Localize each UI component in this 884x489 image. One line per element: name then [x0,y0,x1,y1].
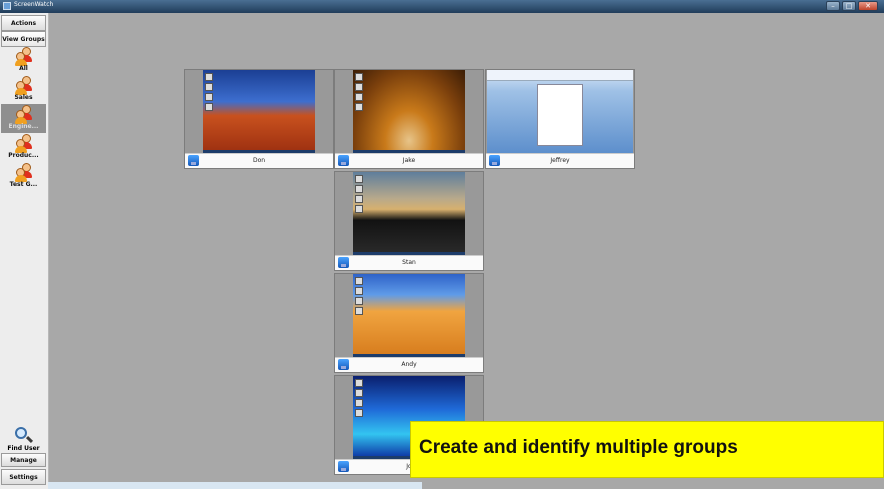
group-item[interactable]: Test G... [1,162,46,191]
manage-button[interactable]: Manage [1,453,46,467]
desktop-icon [355,277,363,285]
user-name: Jeffrey [550,157,570,164]
desktop-icon [355,205,363,213]
ribbon [487,70,633,81]
callout-text: Create and identify multiple groups [419,437,738,458]
desktop-icon [355,175,363,183]
desktop-icon [355,185,363,193]
desktop-icon [355,83,363,91]
minimize-button[interactable]: – [826,1,840,11]
screen-thumbnail[interactable] [487,70,633,153]
screen-caption: Don [185,153,333,168]
users-icon [15,76,33,95]
screen-thumbnail[interactable] [203,70,315,153]
settings-button[interactable]: Settings [1,469,46,485]
app-icon [3,2,11,10]
users-icon [15,105,33,124]
screen-tile[interactable]: Jeffrey [485,69,635,169]
close-button[interactable]: ✕ [858,1,878,11]
screen-thumbnail[interactable] [353,172,465,255]
group-item[interactable]: All [1,46,46,75]
users-icon [15,163,33,182]
screen-tile[interactable]: Stan [334,171,484,271]
desktop-icon [355,307,363,315]
screen-tile[interactable]: Andy [334,273,484,373]
screen-caption: Andy [335,357,483,372]
desktop-icon [355,93,363,101]
group-label: Produc... [8,152,39,159]
desktop-icon [205,103,213,111]
view-groups-button[interactable]: View Groups [1,31,46,47]
caption-callout: Create and identify multiple groups [410,421,884,478]
desktop-icon [355,379,363,387]
user-name: Andy [401,361,417,368]
screen-thumbnail[interactable] [353,70,465,153]
users-icon [15,134,33,153]
user-name: Stan [402,259,416,266]
group-label: All [19,65,28,72]
group-item[interactable]: Produc... [1,133,46,162]
desktop-icon [355,195,363,203]
desktop-icon [355,409,363,417]
desktop-icon [205,83,213,91]
group-label: Engine... [8,123,39,130]
desktop-icon [355,73,363,81]
status-strip [48,482,422,489]
group-item[interactable]: Engine... [1,104,46,133]
title-bar: ScreenWatch – □ ✕ [0,0,884,13]
actions-button[interactable]: Actions [1,15,46,31]
desktop-icon [355,287,363,295]
group-label: Test G... [9,181,38,188]
user-name: Jake [402,157,416,164]
user-name: Don [252,157,266,164]
screen-tile[interactable]: Don [184,69,334,169]
sidebar: Actions View Groups All Sales Engine... Pro… [0,13,49,489]
desktop-icon [205,73,213,81]
screen-caption: Jeffrey [486,153,634,168]
screen-tile[interactable]: Jake [334,69,484,169]
magnifier-handle [25,435,34,444]
screen-thumbnail[interactable] [353,274,465,357]
desktop-icon [355,399,363,407]
desktop-icon [355,389,363,397]
desktop-icon [205,93,213,101]
desktop-icon [355,103,363,111]
group-label: Sales [14,94,33,101]
find-user-label: Find User [7,445,40,452]
group-item[interactable]: Sales [1,75,46,104]
screen-caption: Stan [335,255,483,270]
screen-caption: Jake [335,153,483,168]
maximize-button[interactable]: □ [842,1,856,11]
desktop-icon [355,297,363,305]
app-title: ScreenWatch [14,1,54,8]
document-page [537,84,583,146]
users-icon [15,47,33,66]
